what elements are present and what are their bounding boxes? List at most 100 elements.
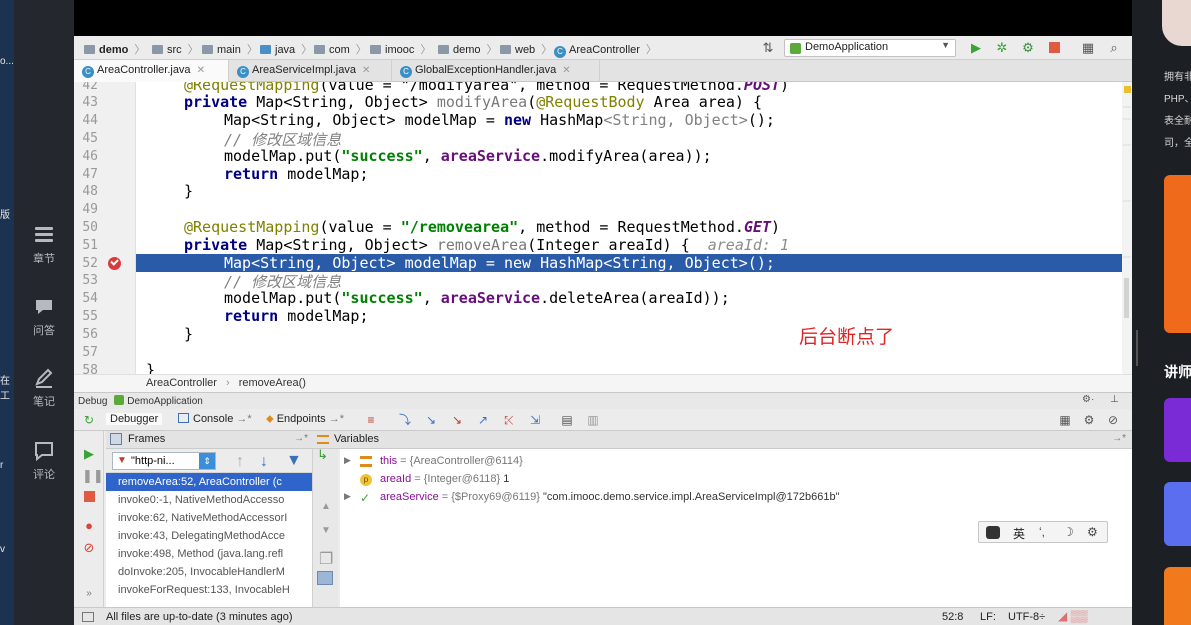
ime-punct[interactable]: ʻ,: [1039, 525, 1045, 539]
notes-button[interactable]: 笔记: [20, 367, 68, 409]
close-icon[interactable]: ✕: [197, 65, 205, 76]
breadcrumb-item[interactable]: demo 〉: [84, 41, 145, 57]
drop-frame-icon[interactable]: ⤪: [502, 413, 516, 427]
comments-button[interactable]: 评论: [20, 440, 68, 482]
warning-marker[interactable]: [1124, 86, 1131, 93]
code-line-44: Map<String, Object> modelMap = new HashM…: [224, 111, 775, 129]
close-icon[interactable]: ✕: [562, 65, 570, 76]
pin-icon[interactable]: →*: [294, 433, 308, 444]
breakpoint-icon[interactable]: [108, 257, 121, 270]
tab-debugger[interactable]: Debugger: [106, 413, 163, 425]
run-configuration-select[interactable]: DemoApplication ▼: [784, 39, 956, 57]
ime-mode[interactable]: 英: [1013, 525, 1025, 542]
pause-icon[interactable]: ❚❚: [82, 469, 104, 483]
code-line-50: @RequestMapping(value = "/removearea", m…: [184, 218, 781, 236]
breadcrumb-item[interactable]: src 〉: [152, 41, 199, 57]
search-icon[interactable]: ⌕: [1106, 40, 1122, 56]
promo-card[interactable]: [1164, 175, 1191, 333]
down-icon[interactable]: ▼: [321, 525, 331, 536]
frame-row[interactable]: invoke:498, Method (java.lang.refl: [106, 545, 312, 563]
copy-icon[interactable]: ❐: [319, 549, 333, 569]
restore-layout-icon[interactable]: ▦: [1058, 413, 1072, 427]
breadcrumb-item[interactable]: web 〉: [500, 41, 552, 57]
avatar[interactable]: [1162, 0, 1191, 46]
run-icon[interactable]: ▶: [968, 40, 984, 56]
tab-areacontroller[interactable]: C AreaController.java ✕: [74, 60, 229, 82]
evaluate-icon[interactable]: ▤: [560, 413, 574, 427]
variable-row[interactable]: ▶ this = {AreaController@6114}: [340, 453, 1132, 471]
layout-settings-icon[interactable]: ⚙: [1082, 413, 1096, 427]
more-icon[interactable]: »: [82, 587, 96, 601]
expand-icon[interactable]: ▶: [344, 455, 351, 466]
tab-endpoints[interactable]: ⬥ Endpoints →*: [266, 413, 344, 426]
step-over-icon[interactable]: ⤵: [398, 413, 412, 427]
code-breadcrumb-method[interactable]: removeArea(): [239, 377, 306, 389]
breadcrumb-item[interactable]: com 〉: [314, 41, 367, 57]
variable-row[interactable]: p areaId = {Integer@6118} 1: [340, 471, 1132, 489]
pin-icon[interactable]: ⊘: [1106, 413, 1120, 427]
project-structure-icon[interactable]: ▦: [1080, 40, 1096, 56]
pin-icon[interactable]: →*: [1112, 433, 1126, 444]
coverage-icon[interactable]: ⚙: [1020, 40, 1036, 56]
resume-icon[interactable]: ▶: [82, 447, 96, 461]
breadcrumb-item[interactable]: java 〉: [260, 41, 312, 57]
code-breadcrumb-class[interactable]: AreaController: [146, 377, 217, 389]
line-ending[interactable]: LF:: [980, 611, 996, 623]
qa-button[interactable]: 问答: [20, 296, 68, 338]
toggle-panel-icon[interactable]: [82, 612, 94, 622]
tab-console[interactable]: Console →*: [178, 413, 252, 425]
variables-icon: [317, 435, 329, 444]
frame-row[interactable]: removeArea:52, AreaController (c: [106, 473, 312, 491]
stop-icon[interactable]: [82, 491, 96, 505]
caret-position[interactable]: 52:8: [942, 611, 963, 623]
up-icon[interactable]: ▲: [321, 501, 331, 512]
tab-globalexceptionhandler[interactable]: C GlobalExceptionHandler.java ✕: [392, 60, 600, 82]
run-to-cursor-icon[interactable]: ⇲: [528, 413, 542, 427]
breadcrumb-item[interactable]: C AreaController 〉: [554, 41, 657, 58]
chapters-button[interactable]: 章节: [20, 224, 68, 266]
frame-row[interactable]: invokeForRequest:133, InvocableH: [106, 581, 312, 599]
sort-icon[interactable]: ⇅: [760, 40, 776, 56]
settings-icon[interactable]: ⚙·: [1082, 394, 1094, 405]
debug-icon[interactable]: ✲: [994, 40, 1010, 56]
ime-toolbar[interactable]: 英 ʻ, ☽ ⚙: [978, 521, 1108, 543]
scroll-thumb[interactable]: [1124, 278, 1129, 318]
course-card[interactable]: [1164, 567, 1191, 625]
frame-row[interactable]: invoke:62, NativeMethodAccessorI: [106, 509, 312, 527]
up-arrow-icon[interactable]: ↑: [236, 453, 244, 471]
frame-row[interactable]: invoke0:-1, NativeMethodAccesso: [106, 491, 312, 509]
frame-row[interactable]: doInvoke:205, InvocableHandlerM: [106, 563, 312, 581]
frame-row[interactable]: invoke:43, DelegatingMethodAcce: [106, 527, 312, 545]
filter-icon[interactable]: ▼: [286, 452, 302, 470]
view-breakpoints-icon[interactable]: ●: [82, 519, 96, 533]
file-encoding[interactable]: UTF-8÷: [1008, 611, 1045, 623]
image-icon[interactable]: [317, 571, 333, 585]
close-icon[interactable]: ✕: [362, 65, 370, 76]
course-card[interactable]: [1164, 482, 1191, 546]
thread-select[interactable]: ▼ "http-ni... ⇕: [112, 452, 216, 470]
code-editor[interactable]: 42 43 44 45 46 47 48 49 50 51 52 53 54 5…: [74, 82, 1132, 374]
variable-row[interactable]: ▶ ✓ areaService = {$Proxy69@6119} "com.i…: [340, 489, 1132, 507]
step-out-icon[interactable]: ↗: [476, 413, 490, 427]
watch-icon: ✓: [360, 491, 371, 505]
breadcrumb-item[interactable]: demo 〉: [438, 41, 498, 57]
rerun-icon[interactable]: ↻: [82, 413, 96, 427]
show-execution-point-icon[interactable]: ≡: [364, 413, 378, 427]
gear-icon[interactable]: ⚙: [1087, 525, 1098, 539]
breadcrumb-item[interactable]: main 〉: [202, 41, 258, 57]
tab-areaserviceimpl[interactable]: C AreaServiceImpl.java ✕: [229, 60, 392, 82]
step-into-icon[interactable]: ↘: [424, 413, 438, 427]
force-step-into-icon[interactable]: ↘: [450, 413, 464, 427]
course-card[interactable]: [1164, 398, 1191, 462]
down-arrow-icon[interactable]: ↓: [260, 453, 268, 471]
parameter-icon: p: [360, 474, 372, 486]
moon-icon[interactable]: ☽: [1063, 525, 1074, 539]
stop-icon[interactable]: [1046, 40, 1062, 56]
trace-icon[interactable]: ▥: [586, 413, 600, 427]
hide-icon[interactable]: ⊥: [1110, 394, 1119, 405]
step-icon[interactable]: ↳: [317, 447, 328, 463]
editor-scrollbar[interactable]: [1122, 82, 1132, 374]
mute-breakpoints-icon[interactable]: ⊘: [82, 541, 96, 555]
breadcrumb-item[interactable]: imooc 〉: [370, 41, 431, 57]
expand-icon[interactable]: ▶: [344, 491, 351, 502]
